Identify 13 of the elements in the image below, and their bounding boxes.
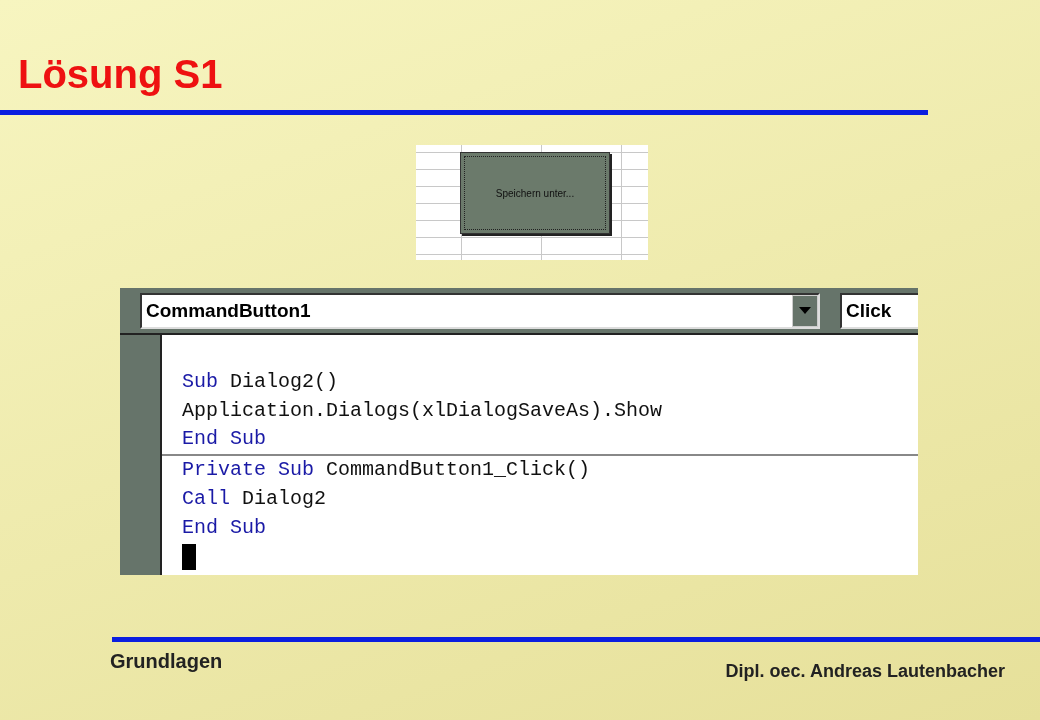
- footer-section-label: Grundlagen: [110, 650, 223, 673]
- object-dropdown[interactable]: CommandButton1: [140, 292, 820, 329]
- code-line: Call Dialog2: [182, 485, 328, 512]
- code-line: Private Sub CommandButton1_Click(): [182, 457, 592, 484]
- text-cursor-icon: [182, 544, 196, 571]
- save-as-button[interactable]: Speichern unter...: [460, 152, 610, 234]
- slide-title: Lösung S1: [18, 51, 224, 98]
- procedure-dropdown[interactable]: Click: [840, 292, 918, 329]
- code-line: End Sub: [182, 426, 267, 453]
- code-line: Sub Dialog2(): [182, 369, 340, 395]
- code-line: Application.Dialogs(xlDialogSaveAs).Show: [182, 397, 664, 424]
- code-line: End Sub: [182, 514, 267, 541]
- footer-author: Dipl. oec. Andreas Lautenbacher: [725, 661, 1005, 682]
